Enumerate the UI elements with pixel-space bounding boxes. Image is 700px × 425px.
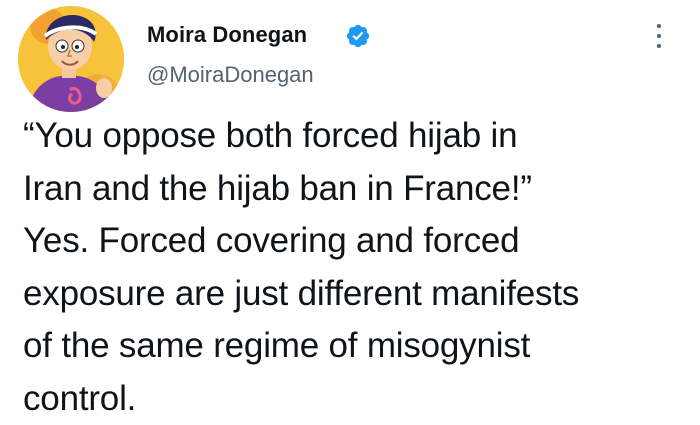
author-handle[interactable]: @MoiraDonegan [147, 61, 314, 89]
more-dot [657, 44, 661, 48]
more-dot [657, 34, 661, 38]
verified-badge-icon [346, 24, 370, 48]
cartoon-character-avatar-icon [18, 6, 124, 112]
author-avatar[interactable] [18, 6, 124, 112]
more-options-icon[interactable] [649, 20, 669, 52]
more-dot [657, 24, 661, 28]
tweet-text: “You oppose both forced hijab in Iran an… [23, 116, 580, 418]
tweet-card: Moira Donegan @MoiraDonegan “You oppose … [0, 0, 700, 418]
author-name[interactable]: Moira Donegan [147, 21, 307, 49]
